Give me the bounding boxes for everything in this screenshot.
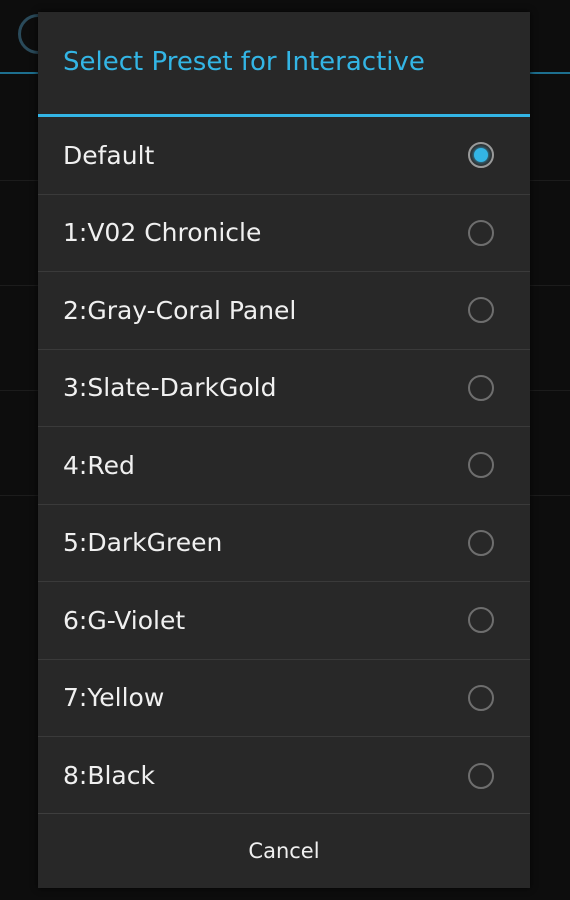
preset-item-default[interactable]: Default bbox=[38, 117, 530, 195]
radio-button-icon[interactable] bbox=[468, 219, 494, 246]
preset-dialog: Select Preset for Interactive Default 1:… bbox=[38, 12, 530, 888]
preset-item-5[interactable]: 5:DarkGreen bbox=[38, 505, 530, 582]
preset-label: 3:Slate-DarkGold bbox=[63, 373, 277, 403]
radio-button-icon[interactable] bbox=[468, 529, 494, 556]
preset-item-4[interactable]: 4:Red bbox=[38, 427, 530, 505]
preset-label: Default bbox=[63, 140, 155, 170]
dialog-footer: Cancel bbox=[38, 813, 530, 888]
preset-label: 4:Red bbox=[63, 450, 135, 480]
dialog-title: Select Preset for Interactive bbox=[63, 47, 425, 77]
preset-label: 7:Yellow bbox=[63, 683, 165, 713]
radio-button-icon[interactable] bbox=[468, 452, 494, 479]
preset-item-2[interactable]: 2:Gray-Coral Panel bbox=[38, 272, 530, 350]
radio-button-icon[interactable] bbox=[468, 762, 494, 789]
radio-dot bbox=[474, 148, 488, 163]
preset-label: 1:V02 Chronicle bbox=[63, 218, 262, 248]
radio-button-icon[interactable] bbox=[468, 607, 494, 634]
preset-item-6[interactable]: 6:G-Violet bbox=[38, 582, 530, 660]
preset-label: 2:Gray-Coral Panel bbox=[63, 295, 297, 325]
preset-label: 8:Black bbox=[63, 761, 155, 791]
preset-item-7[interactable]: 7:Yellow bbox=[38, 660, 530, 737]
radio-button-icon[interactable] bbox=[468, 374, 494, 401]
preset-item-1[interactable]: 1:V02 Chronicle bbox=[38, 195, 530, 272]
radio-button-checked-icon[interactable] bbox=[468, 142, 494, 169]
preset-label: 6:G-Violet bbox=[63, 605, 186, 635]
preset-list: Default 1:V02 Chronicle 2:Gray-Coral Pan… bbox=[38, 117, 530, 813]
radio-button-icon[interactable] bbox=[468, 684, 494, 711]
preset-item-8[interactable]: 8:Black bbox=[38, 737, 530, 813]
cancel-button[interactable]: Cancel bbox=[38, 814, 530, 888]
preset-label: 5:DarkGreen bbox=[63, 528, 223, 558]
preset-item-3[interactable]: 3:Slate-DarkGold bbox=[38, 350, 530, 427]
radio-button-icon[interactable] bbox=[468, 297, 494, 324]
